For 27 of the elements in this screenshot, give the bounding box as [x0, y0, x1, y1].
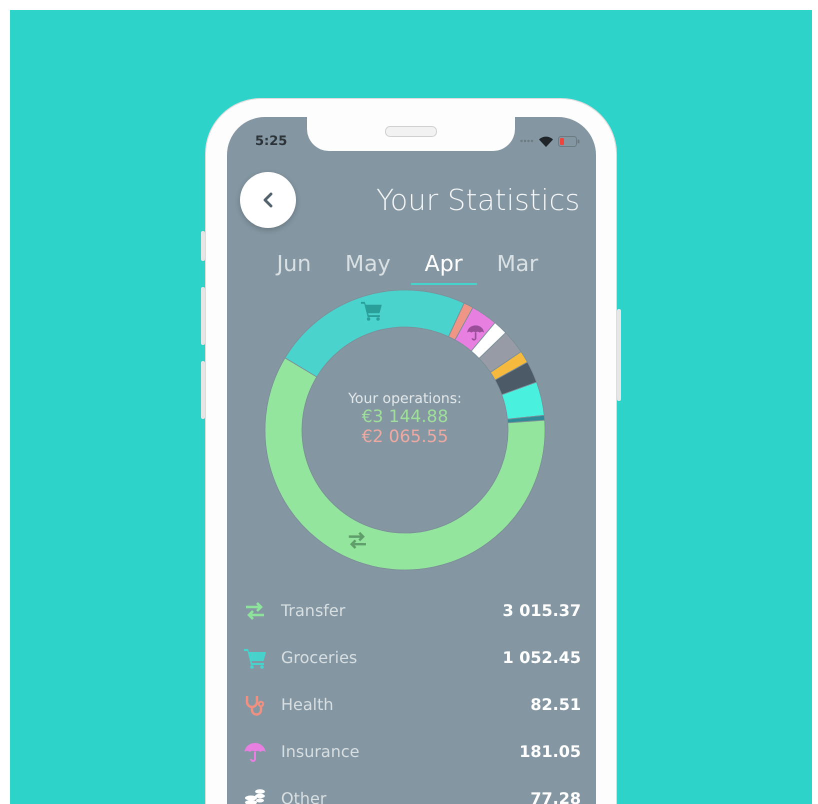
category-name: Health: [281, 695, 335, 714]
category-name: Transfer: [281, 601, 346, 620]
category-name: Insurance: [281, 742, 360, 761]
category-amount: 82.51: [530, 695, 581, 714]
category-amount: 181.05: [519, 742, 581, 761]
category-amount: 3 015.37: [502, 601, 581, 620]
chevron-left-icon: [261, 191, 275, 209]
arrows-icon: [348, 532, 368, 550]
category-amount: 1 052.45: [502, 648, 581, 667]
category-amount: 77.28: [530, 789, 581, 804]
wifi-icon: [539, 136, 553, 146]
back-button[interactable]: [240, 172, 296, 228]
speaker-grille: [385, 126, 437, 137]
umbrella-icon: [467, 325, 484, 341]
income-total: €3 144.88: [362, 407, 448, 427]
category-name: Other: [281, 789, 328, 804]
month-tab[interactable]: Jun: [262, 250, 326, 285]
screen-title: Your Statistics: [376, 183, 580, 217]
cart-icon: [360, 302, 382, 321]
operations-caption: Your operations:: [348, 391, 462, 407]
month-tab[interactable]: Apr: [410, 250, 477, 285]
month-tab[interactable]: Mar: [482, 250, 552, 285]
battery-icon: [558, 136, 580, 146]
month-tab[interactable]: May: [331, 250, 405, 285]
status-time: 5:25: [255, 134, 288, 148]
category-name: Groceries: [281, 648, 358, 667]
expenses-total: €2 065.55: [362, 427, 448, 447]
